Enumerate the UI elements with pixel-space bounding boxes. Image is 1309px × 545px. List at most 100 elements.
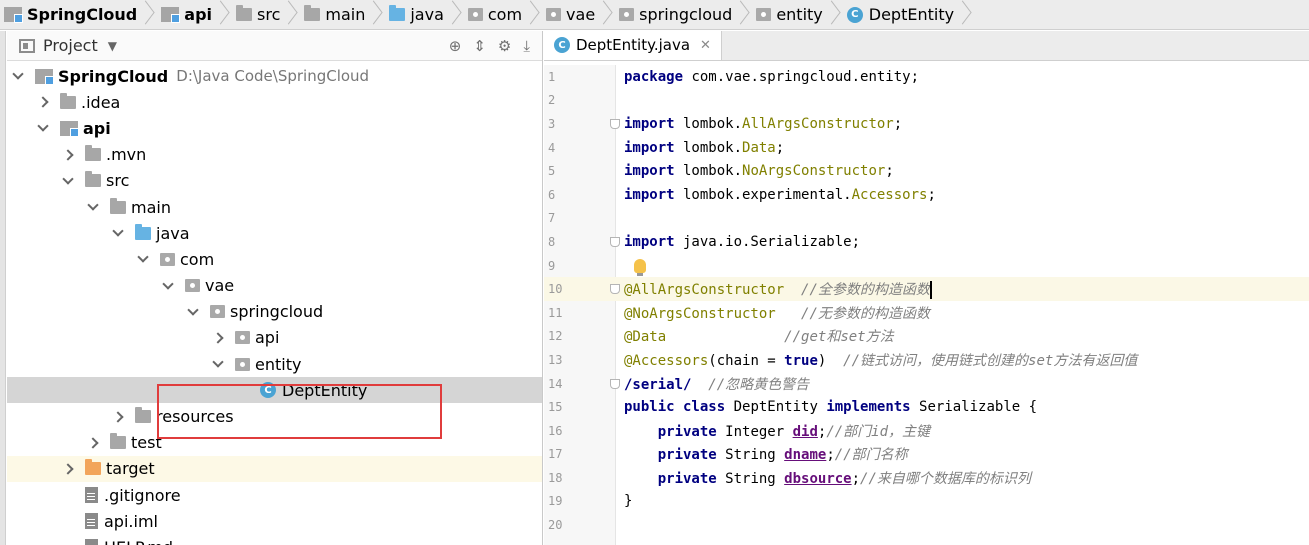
code-token: //忽略黄色警告 [708, 376, 810, 393]
fold-marker-icon[interactable] [610, 284, 620, 295]
chevron-right-icon[interactable] [38, 97, 48, 107]
chevron-down-icon[interactable] [188, 307, 198, 317]
code-token: @Data [624, 329, 667, 346]
fold-marker-icon[interactable] [610, 378, 620, 389]
breadcrumb-item[interactable]: com [464, 0, 542, 29]
code-token: //来自哪个数据库的标识列 [860, 470, 1031, 487]
folder-icon [85, 171, 101, 188]
chevron-down-icon[interactable] [63, 176, 73, 186]
code-line[interactable]: 6 import lombok.experimental.Accessors; [544, 183, 1309, 207]
code-token: } [624, 493, 633, 510]
code-line[interactable]: 1 package com.vae.springcloud.entity; [544, 65, 1309, 89]
locate-icon[interactable]: ⊕ [449, 37, 462, 55]
breadcrumb-item[interactable]: springcloud [615, 0, 752, 29]
code-line[interactable]: 18 private String dbsource;//来自哪个数据库的标识列 [544, 466, 1309, 490]
breadcrumb-item[interactable]: java [385, 0, 464, 29]
chevron-down-icon[interactable] [113, 228, 123, 238]
code-token: ; [885, 163, 894, 180]
chevron-down-icon[interactable] [213, 359, 223, 369]
collapse-all-icon[interactable]: ⇕ [473, 37, 486, 55]
code-line[interactable]: 14/serial/ //忽略黄色警告 [544, 372, 1309, 396]
chevron-right-icon[interactable] [213, 333, 223, 343]
tree-node[interactable]: test [7, 430, 542, 456]
code-token: dbsource [784, 470, 852, 487]
code-line[interactable]: 2 [544, 89, 1309, 113]
code-line[interactable]: 5 import lombok.NoArgsConstructor; [544, 159, 1309, 183]
code-line[interactable]: 16 private Integer did;//部门id，主键 [544, 419, 1309, 443]
tree-node[interactable]: target [7, 455, 542, 482]
tree-node[interactable]: .gitignore [7, 482, 542, 508]
tree-node[interactable]: .idea [7, 89, 542, 115]
editor-tab[interactable]: C DeptEntity.java ✕ [544, 31, 722, 60]
chevron-down-icon[interactable] [138, 254, 148, 264]
tree-node[interactable]: SpringCloud D:\Java Code\SpringCloud [7, 63, 542, 89]
chevron-down-icon[interactable] [13, 71, 23, 81]
chevron-down-icon[interactable] [88, 202, 98, 212]
tree-node[interactable]: .mvn [7, 142, 542, 168]
breadcrumb-item[interactable]: entity [752, 0, 842, 29]
tree-node[interactable]: vae [7, 273, 542, 299]
code-token: Integer [716, 423, 793, 440]
close-icon[interactable]: ✕ [700, 38, 711, 53]
tree-node[interactable]: api.iml [7, 508, 542, 534]
chevron-right-icon[interactable] [63, 464, 73, 474]
code-line[interactable]: 10 @AllArgsConstructor //全参数的构造函数 [544, 277, 1309, 301]
code-line[interactable]: 8 import java.io.Serializable; [544, 230, 1309, 254]
chevron-right-icon[interactable] [88, 438, 98, 448]
breadcrumb-separator [216, 0, 228, 29]
tree-node[interactable]: src [7, 168, 542, 194]
code-line[interactable]: 12 @Data //get和set方法 [544, 325, 1309, 349]
tree-node[interactable]: com [7, 246, 542, 272]
intention-bulb-icon[interactable] [634, 258, 646, 276]
code-area[interactable]: 1 package com.vae.springcloud.entity; 2 3 im… [544, 65, 1309, 537]
tree-node[interactable]: springcloud [7, 299, 542, 325]
code-line[interactable]: 17 private String dname;//部门名称 [544, 443, 1309, 467]
code-line[interactable]: 7 [544, 207, 1309, 231]
chevron-right-icon[interactable] [63, 150, 73, 160]
code-line[interactable]: 4 import lombok.Data; [544, 136, 1309, 160]
code-line[interactable]: 3 import lombok.AllArgsConstructor; [544, 112, 1309, 136]
chevron-right-icon[interactable] [113, 412, 123, 422]
chevron-down-icon[interactable] [163, 281, 173, 291]
breadcrumb-item[interactable]: src [232, 0, 300, 29]
code-line[interactable]: 11 @NoArgsConstructor //无参数的构造函数 [544, 301, 1309, 325]
project-view-selector[interactable]: Project [43, 36, 98, 55]
module-icon [60, 120, 79, 137]
tree-node[interactable]: entity [7, 351, 542, 377]
breadcrumb-item[interactable]: C DeptEntity [843, 0, 974, 29]
chevron-down-icon[interactable] [38, 123, 48, 133]
code-line[interactable]: 20 [544, 513, 1309, 537]
tree-node[interactable]: java [7, 220, 542, 246]
code-text: import lombok.Data; [624, 140, 784, 156]
tree-node-label: DeptEntity [282, 380, 368, 400]
tree-node-label: resources [156, 407, 234, 427]
breadcrumb-item[interactable]: SpringCloud [0, 0, 157, 29]
code-line[interactable]: 15 public class DeptEntity implements Ser… [544, 395, 1309, 419]
code-line[interactable]: 19} [544, 490, 1309, 514]
tree-node[interactable]: api [7, 115, 542, 141]
settings-gear-icon[interactable]: ⚙ [498, 37, 511, 55]
chevron-down-icon[interactable]: ▼ [108, 39, 117, 53]
breadcrumb-label: main [325, 5, 366, 24]
code-text: } [624, 493, 632, 509]
hide-icon[interactable]: ⤓ [523, 37, 530, 55]
code-token: AllArgsConstructor [742, 115, 894, 132]
code-editor: C DeptEntity.java ✕ 1 package com.vae.spr… [544, 31, 1309, 545]
tree-node[interactable]: resources [7, 403, 542, 429]
breadcrumb-item[interactable]: vae [542, 0, 615, 29]
code-line[interactable]: 13 @Accessors(chain = true) //链式访问，使用链式创建… [544, 348, 1309, 372]
tree-node[interactable]: HELP.md [7, 534, 542, 545]
fold-marker-icon[interactable] [610, 236, 620, 247]
line-number: 15 [548, 400, 563, 415]
fold-marker-icon[interactable] [610, 118, 620, 129]
breadcrumb-item[interactable]: api [157, 0, 232, 29]
tree-node[interactable]: api [7, 325, 542, 351]
tree-node[interactable]: C DeptEntity [7, 377, 542, 404]
tree-node[interactable]: main [7, 194, 542, 220]
breadcrumb-item[interactable]: main [300, 0, 385, 29]
code-line[interactable]: 9 [544, 254, 1309, 278]
